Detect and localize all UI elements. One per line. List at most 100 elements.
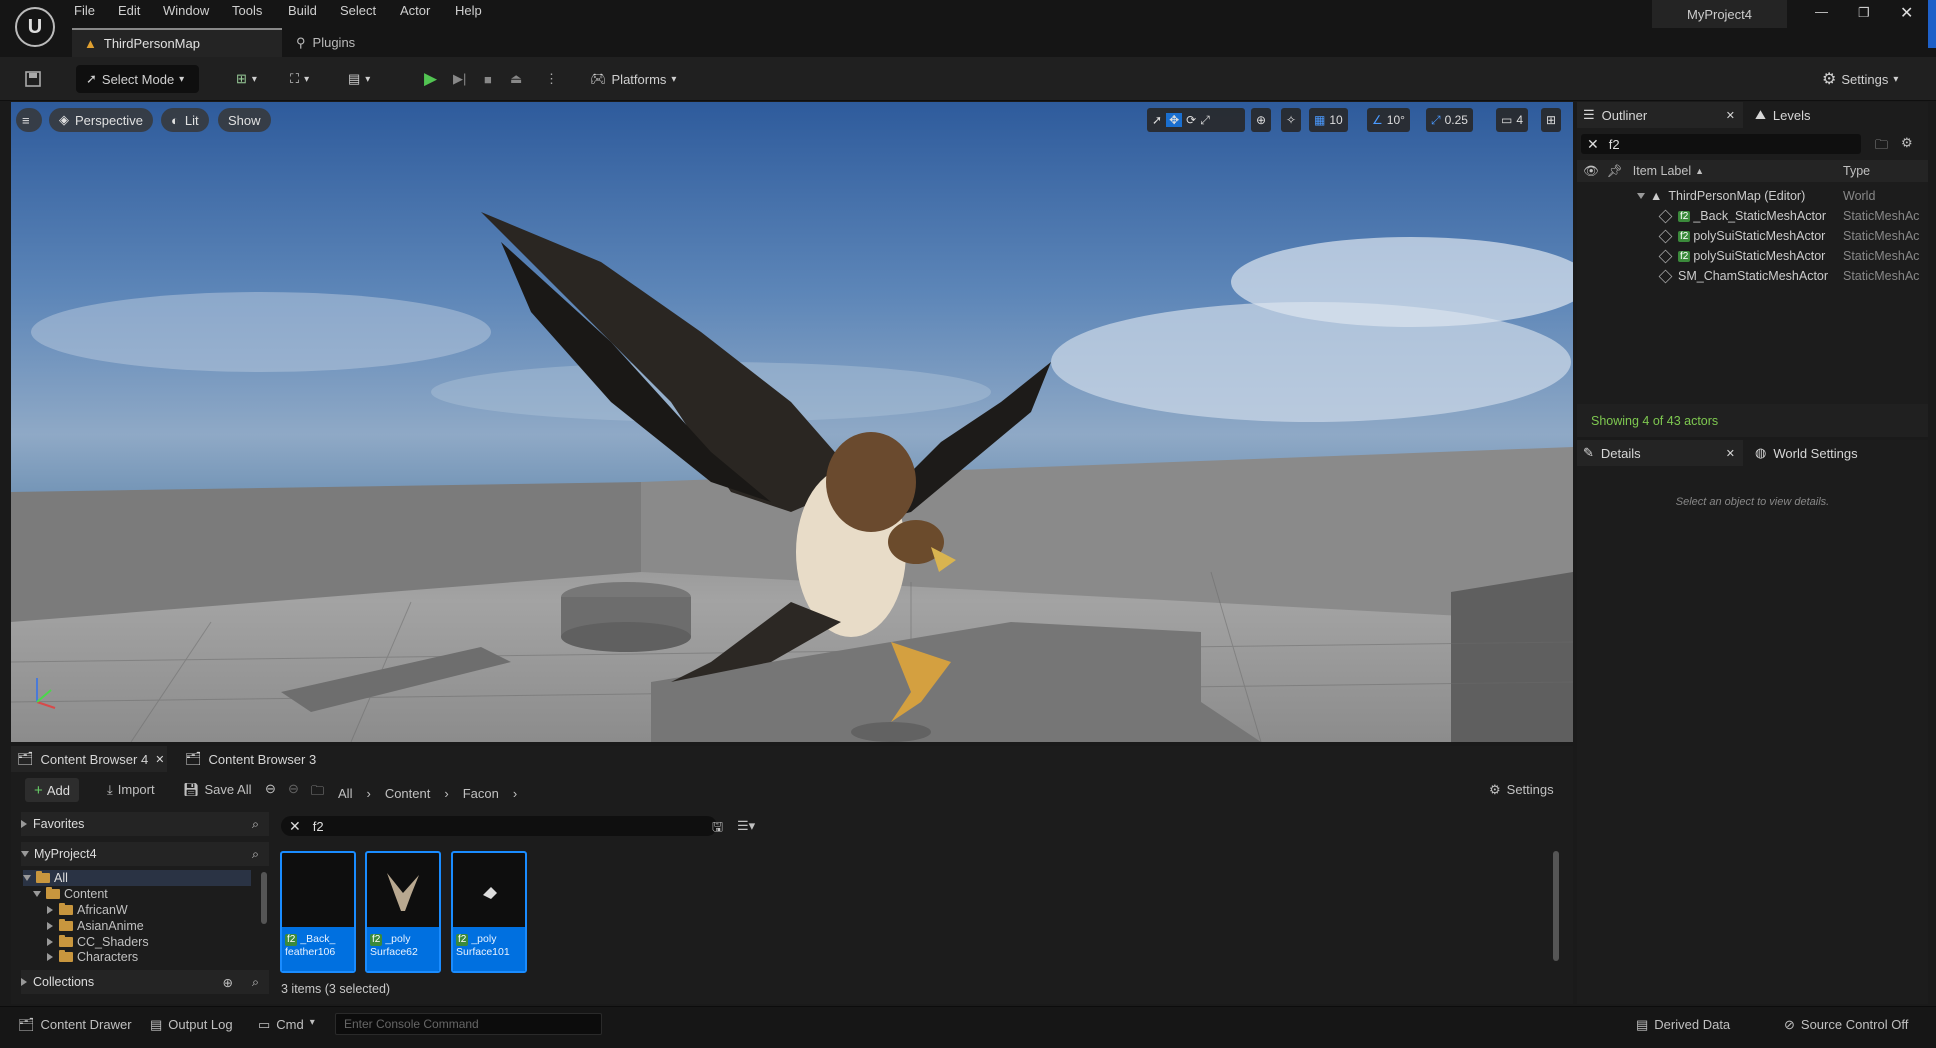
menu-select[interactable]: Select	[340, 3, 376, 18]
grid-snap[interactable]: ▦ 10	[1309, 108, 1348, 132]
tab-outliner[interactable]: ☰ Outliner ✕	[1577, 102, 1743, 128]
skip-button[interactable]: ▶|	[453, 65, 466, 93]
tab-details[interactable]: ✎ Details ✕	[1577, 440, 1743, 466]
add-actor-button[interactable]: ⊞ ▾	[236, 65, 257, 93]
close-icon[interactable]: ✕	[1900, 3, 1913, 23]
stop-button[interactable]: ■	[484, 65, 492, 93]
cinematics-button[interactable]: ▤ ▾	[348, 65, 370, 93]
tab-world-settings[interactable]: ◍ World Settings	[1747, 440, 1858, 466]
search-icon[interactable]: ⌕	[252, 847, 259, 862]
tab-content-browser-4[interactable]: 🗂︎ Content Browser 4 ✕	[11, 746, 167, 772]
tab-levels[interactable]: ⛰ Levels	[1747, 102, 1811, 128]
scale-snap[interactable]: ⤢ 0.25	[1426, 108, 1473, 132]
collections-header[interactable]: Collections ⊕ ⌕	[21, 970, 269, 994]
rotate-tool-icon[interactable]: ⟳	[1186, 113, 1196, 127]
menu-file[interactable]: File	[74, 3, 95, 18]
add-collection-icon[interactable]: ⊕	[223, 975, 233, 990]
save-icon[interactable]	[24, 65, 42, 93]
tab-plugins[interactable]: ⚲ Plugins	[284, 28, 367, 57]
close-icon[interactable]: ✕	[1726, 447, 1735, 460]
select-mode-dropdown[interactable]: ➚ Select Mode ▾	[76, 65, 199, 93]
platforms-dropdown[interactable]: 🎮︎ Platforms ▾	[590, 65, 676, 93]
expand-icon[interactable]	[1637, 193, 1645, 199]
outliner-row[interactable]: f2 polySuiStaticMeshActor StaticMeshAc	[1658, 226, 1919, 246]
save-search-icon[interactable]: 🖫︎	[712, 818, 723, 840]
viewport-menu-button[interactable]: ≡	[16, 108, 42, 132]
clear-search-icon[interactable]: ✕	[1587, 136, 1599, 153]
minimize-icon[interactable]: —	[1815, 4, 1828, 19]
camera-speed[interactable]: ▭ 4	[1496, 108, 1529, 132]
eject-button[interactable]: ⏏	[510, 65, 522, 93]
show-dropdown[interactable]: Show	[218, 108, 271, 132]
restore-icon[interactable]: ❐	[1858, 5, 1870, 21]
world-local-toggle[interactable]: ⊕	[1251, 108, 1272, 132]
menu-edit[interactable]: Edit	[118, 3, 140, 18]
rotation-snap[interactable]: ∠ 10°	[1367, 108, 1410, 132]
outliner-row-world[interactable]: ▲ ThirdPersonMap (Editor) World	[1637, 186, 1875, 206]
breadcrumb-all[interactable]: All	[338, 786, 352, 801]
tree-item[interactable]: CC_Shaders	[47, 934, 149, 950]
search-icon[interactable]: ⌕	[252, 817, 259, 832]
pin-icon[interactable]: 📌︎	[1607, 164, 1623, 179]
forward-icon[interactable]: ⊖	[288, 781, 299, 797]
gear-icon[interactable]: ⚙	[1901, 135, 1913, 151]
settings-dropdown[interactable]: ⚙ Settings ▾	[1822, 65, 1898, 93]
outliner-row[interactable]: SM_ChamStaticMeshActor StaticMeshAc	[1658, 266, 1919, 286]
add-folder-icon[interactable]: 🗀︎	[1875, 136, 1888, 158]
cb-settings-button[interactable]: ⚙ Settings	[1489, 782, 1554, 798]
menu-build[interactable]: Build	[288, 3, 317, 18]
blueprint-button[interactable]: ⛶ ▾	[290, 65, 309, 93]
source-control-button[interactable]: ⊘ Source Control Off	[1784, 1017, 1908, 1033]
filter-icon[interactable]: ☰▾	[737, 818, 755, 834]
surface-snap-toggle[interactable]: ✧	[1281, 108, 1302, 132]
perspective-dropdown[interactable]: ◈ Perspective	[49, 108, 153, 132]
clear-search-icon[interactable]: ✕	[289, 818, 301, 835]
tree-item[interactable]: AfricanW	[47, 902, 128, 918]
cmd-dropdown[interactable]: ▭ Cmd ▾	[258, 1017, 315, 1033]
content-drawer-button[interactable]: 🗂︎ Content Drawer	[18, 1017, 132, 1033]
scale-tool-icon[interactable]: ⤢	[1200, 113, 1210, 128]
tree-scrollbar[interactable]	[261, 872, 267, 924]
tree-item-all[interactable]: All	[23, 870, 251, 886]
col-item-label[interactable]: Item Label	[1633, 164, 1691, 178]
tab-content-browser-3[interactable]: 🗂︎ Content Browser 3	[179, 746, 316, 772]
asset-search-input[interactable]: ✕ f2	[281, 816, 717, 836]
import-button[interactable]: ⤓ Import	[107, 782, 155, 798]
translate-tool-icon[interactable]: ✥	[1166, 113, 1183, 127]
close-icon[interactable]: ✕	[155, 753, 164, 766]
console-input[interactable]: Enter Console Command	[335, 1013, 602, 1035]
level-viewport[interactable]: ≡ ◈ Perspective ◐ Lit Show ➚ ✥ ⟳ ⤢ ⊕ ✧ ▦ 10…	[11, 102, 1573, 742]
search-icon[interactable]: ⌕	[252, 975, 259, 990]
derived-data-button[interactable]: ▤ Derived Data	[1636, 1017, 1730, 1033]
outliner-search-input[interactable]: ✕ f2	[1581, 134, 1861, 154]
lit-dropdown[interactable]: ◐ Lit	[161, 108, 209, 132]
outliner-row[interactable]: f2 _Back_StaticMeshActor StaticMeshAc	[1658, 206, 1919, 226]
breadcrumb-facon[interactable]: Facon	[463, 786, 499, 801]
outliner-row[interactable]: f2 polySuiStaticMeshActor StaticMeshAc	[1658, 246, 1919, 266]
tree-item[interactable]: AsianAnime	[47, 918, 144, 934]
menu-tools[interactable]: Tools	[232, 3, 262, 18]
asset-scrollbar[interactable]	[1553, 851, 1559, 961]
breadcrumb-content[interactable]: Content	[385, 786, 431, 801]
asset-tile[interactable]: f2 _Back_ feather106	[280, 851, 356, 973]
favorites-header[interactable]: Favorites ⌕	[21, 812, 269, 836]
back-icon[interactable]: ⊖	[265, 781, 276, 797]
unreal-logo[interactable]: U	[15, 7, 55, 47]
more-options-button[interactable]: ⋮	[545, 65, 558, 93]
menu-actor[interactable]: Actor	[400, 3, 430, 18]
select-tool-icon[interactable]: ➚	[1152, 113, 1162, 127]
output-log-button[interactable]: ▤ Output Log	[150, 1017, 233, 1033]
project-header[interactable]: MyProject4 ⌕	[21, 842, 269, 866]
tab-thirdpersonmap[interactable]: ▲ ThirdPersonMap	[72, 28, 282, 57]
tree-item-content[interactable]: Content	[33, 886, 108, 902]
col-type[interactable]: Type	[1843, 164, 1870, 178]
save-all-button[interactable]: 💾︎ Save All	[183, 782, 252, 798]
asset-tile[interactable]: f2 _poly Surface101	[451, 851, 527, 973]
menu-help[interactable]: Help	[455, 3, 482, 18]
layout-button[interactable]: ⊞	[1541, 108, 1562, 132]
play-button[interactable]: ▶	[424, 65, 437, 93]
asset-tile[interactable]: f2 _poly Surface62	[365, 851, 441, 973]
close-icon[interactable]: ✕	[1726, 109, 1735, 122]
eye-icon[interactable]: 👁︎	[1583, 164, 1599, 179]
tree-item[interactable]: Characters	[47, 950, 138, 964]
